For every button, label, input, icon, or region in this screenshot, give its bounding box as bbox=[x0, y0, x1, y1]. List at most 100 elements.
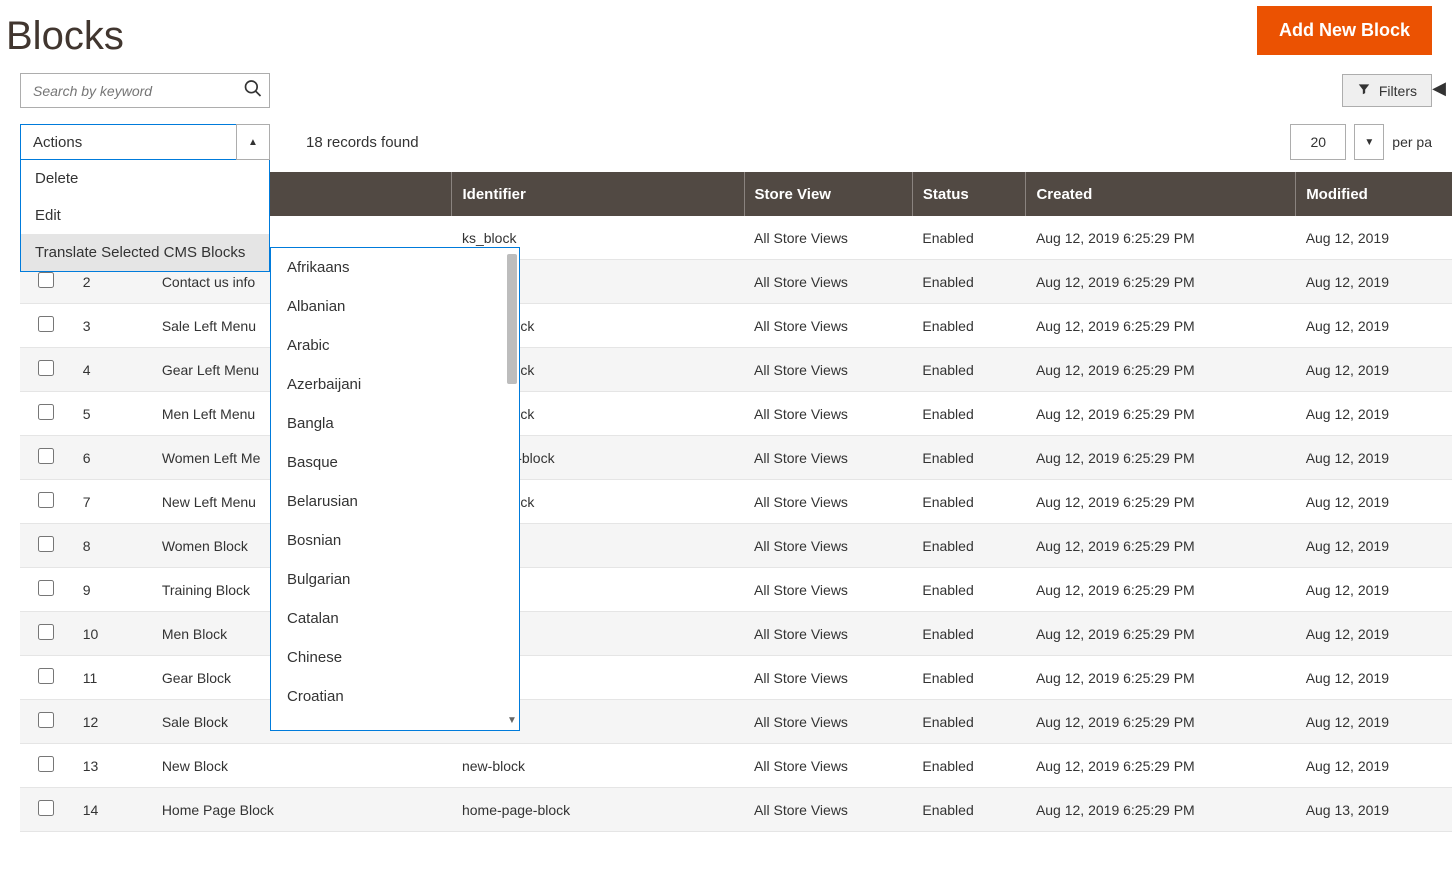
cell-modified: Aug 12, 2019 bbox=[1296, 304, 1452, 348]
cell-id: 14 bbox=[73, 788, 152, 832]
scrollbar-thumb[interactable] bbox=[507, 254, 517, 384]
cell-modified: Aug 12, 2019 bbox=[1296, 392, 1452, 436]
cell-status: Enabled bbox=[912, 744, 1026, 788]
row-checkbox[interactable] bbox=[38, 448, 54, 464]
filters-label: Filters bbox=[1379, 83, 1417, 99]
table-row[interactable]: 9Training BlockblockAll Store ViewsEnabl… bbox=[20, 568, 1452, 612]
cell-created: Aug 12, 2019 6:25:29 PM bbox=[1026, 568, 1296, 612]
cell-created: Aug 12, 2019 6:25:29 PM bbox=[1026, 348, 1296, 392]
row-checkbox[interactable] bbox=[38, 712, 54, 728]
records-found: 18 records found bbox=[306, 134, 419, 151]
actions-item-delete[interactable]: Delete bbox=[21, 160, 269, 197]
row-checkbox[interactable] bbox=[38, 536, 54, 552]
language-item-belarusian[interactable]: Belarusian bbox=[271, 482, 519, 521]
language-item-bosnian[interactable]: Bosnian bbox=[271, 521, 519, 560]
cell-status: Enabled bbox=[912, 348, 1026, 392]
cell-modified: Aug 12, 2019 bbox=[1296, 436, 1452, 480]
col-store[interactable]: Store View bbox=[744, 172, 912, 216]
page-title: Blocks bbox=[0, 6, 124, 59]
scroll-down-icon[interactable]: ▼ bbox=[507, 716, 517, 726]
cell-store: All Store Views bbox=[744, 524, 912, 568]
cell-store: All Store Views bbox=[744, 568, 912, 612]
actions-item-edit[interactable]: Edit bbox=[21, 197, 269, 234]
language-item-catalan[interactable]: Catalan bbox=[271, 599, 519, 638]
cell-identifier: new-block bbox=[452, 744, 744, 788]
cell-status: Enabled bbox=[912, 260, 1026, 304]
search-input[interactable] bbox=[21, 74, 269, 107]
language-item-bangla[interactable]: Bangla bbox=[271, 404, 519, 443]
row-checkbox[interactable] bbox=[38, 580, 54, 596]
cell-modified: Aug 12, 2019 bbox=[1296, 216, 1452, 260]
actions-button[interactable]: Actions ▲ bbox=[20, 124, 270, 160]
cell-id: 10 bbox=[73, 612, 152, 656]
table-row[interactable]: 12Sale BlockkAll Store ViewsEnabledAug 1… bbox=[20, 700, 1452, 744]
row-checkbox[interactable] bbox=[38, 316, 54, 332]
cell-modified: Aug 12, 2019 bbox=[1296, 260, 1452, 304]
language-item-albanian[interactable]: Albanian bbox=[271, 287, 519, 326]
cell-id: 3 bbox=[73, 304, 152, 348]
cell-store: All Store Views bbox=[744, 260, 912, 304]
table-row[interactable]: 7New Left Menumenu-blockAll Store ViewsE… bbox=[20, 480, 1452, 524]
add-new-block-button[interactable]: Add New Block bbox=[1257, 6, 1432, 55]
language-item-chinese[interactable]: Chinese bbox=[271, 638, 519, 677]
per-page-dropdown[interactable]: ▼ bbox=[1354, 124, 1384, 160]
col-status[interactable]: Status bbox=[912, 172, 1026, 216]
cell-store: All Store Views bbox=[744, 392, 912, 436]
table-row[interactable]: 4Gear Left Menumenu-blockAll Store Views… bbox=[20, 348, 1452, 392]
language-item-bulgarian[interactable]: Bulgarian bbox=[271, 560, 519, 599]
cell-id: 5 bbox=[73, 392, 152, 436]
cell-modified: Aug 12, 2019 bbox=[1296, 656, 1452, 700]
col-identifier[interactable]: Identifier bbox=[452, 172, 744, 216]
language-item-azerbaijani[interactable]: Azerbaijani bbox=[271, 365, 519, 404]
cell-store: All Store Views bbox=[744, 436, 912, 480]
row-checkbox[interactable] bbox=[38, 272, 54, 288]
table-row[interactable]: 11Gear BlockkAll Store ViewsEnabledAug 1… bbox=[20, 656, 1452, 700]
cell-store: All Store Views bbox=[744, 216, 912, 260]
table-row[interactable]: 13New Blocknew-blockAll Store ViewsEnabl… bbox=[20, 744, 1452, 788]
cell-store: All Store Views bbox=[744, 788, 912, 832]
row-checkbox[interactable] bbox=[38, 668, 54, 684]
chevron-up-icon: ▲ bbox=[236, 124, 270, 160]
cell-created: Aug 12, 2019 6:25:29 PM bbox=[1026, 260, 1296, 304]
language-item-basque[interactable]: Basque bbox=[271, 443, 519, 482]
cell-created: Aug 12, 2019 6:25:29 PM bbox=[1026, 612, 1296, 656]
table-row[interactable]: 6Women Left Meeft-menu-blockAll Store Vi… bbox=[20, 436, 1452, 480]
col-modified[interactable]: Modified bbox=[1296, 172, 1452, 216]
language-item-arabic[interactable]: Arabic bbox=[271, 326, 519, 365]
cell-id: 12 bbox=[73, 700, 152, 744]
cell-store: All Store Views bbox=[744, 480, 912, 524]
cell-modified: Aug 12, 2019 bbox=[1296, 612, 1452, 656]
search-icon[interactable] bbox=[243, 78, 263, 103]
actions-menu: DeleteEditTranslate Selected CMS Blocks bbox=[20, 160, 270, 272]
cell-store: All Store Views bbox=[744, 700, 912, 744]
cell-status: Enabled bbox=[912, 612, 1026, 656]
cell-created: Aug 12, 2019 6:25:29 PM bbox=[1026, 304, 1296, 348]
language-item-afrikaans[interactable]: Afrikaans bbox=[271, 248, 519, 287]
cell-store: All Store Views bbox=[744, 612, 912, 656]
row-checkbox[interactable] bbox=[38, 756, 54, 772]
cell-created: Aug 12, 2019 6:25:29 PM bbox=[1026, 524, 1296, 568]
row-checkbox[interactable] bbox=[38, 492, 54, 508]
cell-created: Aug 12, 2019 6:25:29 PM bbox=[1026, 436, 1296, 480]
col-created[interactable]: Created bbox=[1026, 172, 1296, 216]
row-checkbox[interactable] bbox=[38, 404, 54, 420]
filters-button[interactable]: Filters bbox=[1342, 74, 1432, 107]
cell-status: Enabled bbox=[912, 216, 1026, 260]
table-row[interactable]: 5Men Left Menumenu-blockAll Store ViewsE… bbox=[20, 392, 1452, 436]
panel-collapse-icon[interactable]: ◀ bbox=[1432, 78, 1446, 99]
actions-item-translate-selected-cms-blocks[interactable]: Translate Selected CMS Blocks bbox=[21, 234, 269, 271]
per-page-value[interactable]: 20 bbox=[1290, 124, 1346, 160]
search-input-wrap bbox=[20, 73, 270, 108]
cell-modified: Aug 12, 2019 bbox=[1296, 524, 1452, 568]
cell-id: 8 bbox=[73, 524, 152, 568]
row-checkbox[interactable] bbox=[38, 800, 54, 816]
table-row[interactable]: 3Sale Left Menumenu-blockAll Store Views… bbox=[20, 304, 1452, 348]
language-item-croatian[interactable]: Croatian bbox=[271, 677, 519, 716]
cell-id: 9 bbox=[73, 568, 152, 612]
row-checkbox[interactable] bbox=[38, 624, 54, 640]
row-checkbox[interactable] bbox=[38, 360, 54, 376]
table-row[interactable]: 8Women BlockblockAll Store ViewsEnabledA… bbox=[20, 524, 1452, 568]
table-row[interactable]: 14Home Page Blockhome-page-blockAll Stor… bbox=[20, 788, 1452, 832]
cell-status: Enabled bbox=[912, 656, 1026, 700]
table-row[interactable]: 10Men BlockkAll Store ViewsEnabledAug 12… bbox=[20, 612, 1452, 656]
